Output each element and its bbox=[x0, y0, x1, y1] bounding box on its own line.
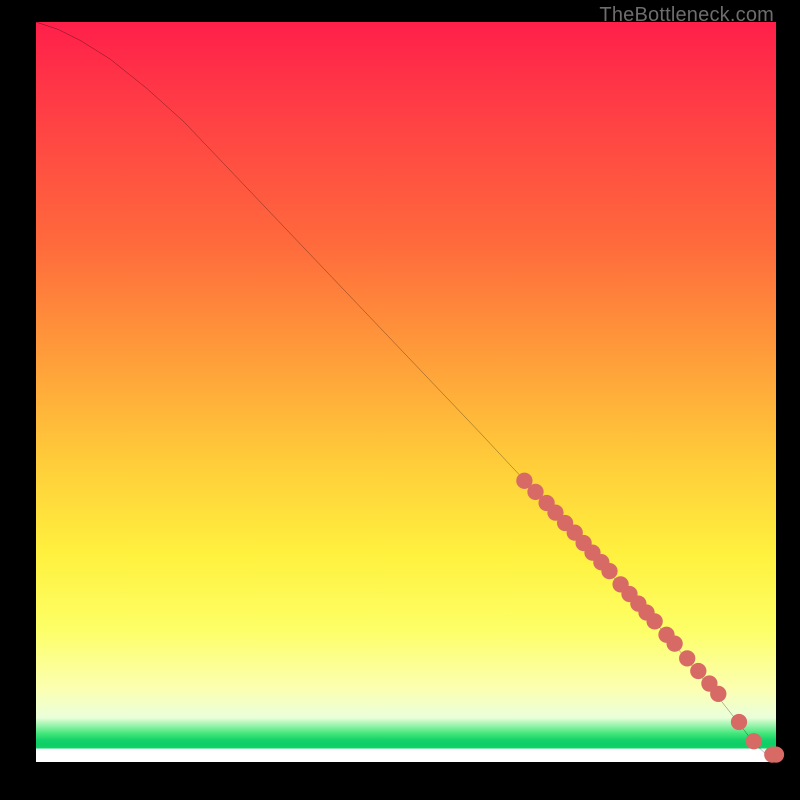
data-marker bbox=[666, 635, 682, 651]
chart-frame: TheBottleneck.com bbox=[0, 0, 800, 800]
chart-svg bbox=[36, 22, 776, 762]
data-marker bbox=[746, 733, 762, 749]
curve-path bbox=[36, 22, 776, 755]
data-marker bbox=[768, 746, 784, 762]
data-marker bbox=[710, 686, 726, 702]
plot-area bbox=[36, 22, 776, 762]
data-marker bbox=[601, 563, 617, 579]
data-marker bbox=[731, 714, 747, 730]
data-markers bbox=[516, 473, 784, 763]
data-marker bbox=[679, 650, 695, 666]
data-marker bbox=[690, 663, 706, 679]
data-marker bbox=[647, 613, 663, 629]
